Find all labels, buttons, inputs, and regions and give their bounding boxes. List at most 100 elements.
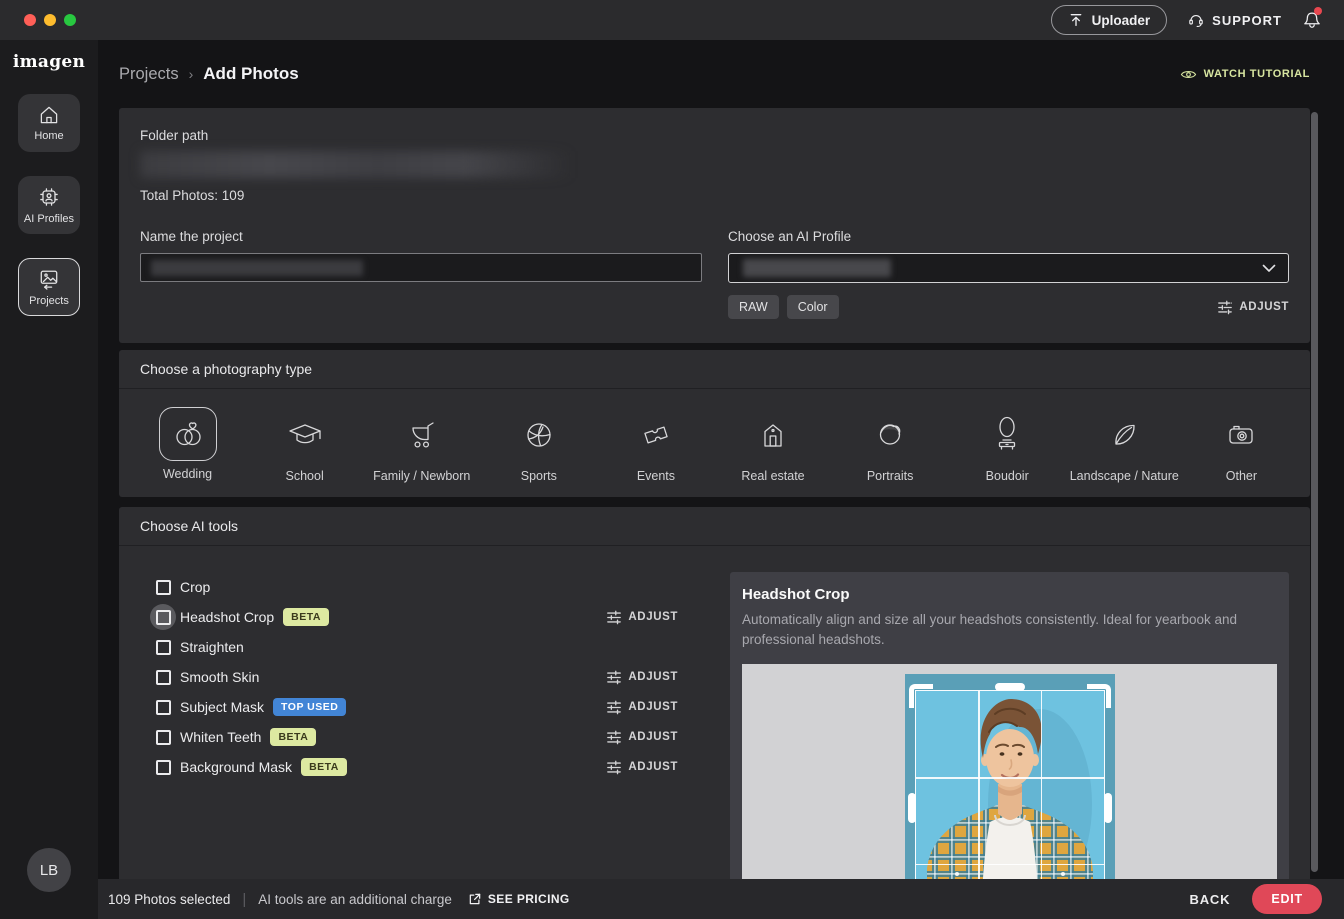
crop-edge-handle[interactable]	[995, 683, 1025, 691]
phototype-label: Boudoir	[986, 469, 1029, 483]
phototype-family-newborn[interactable]: Family / Newborn	[363, 407, 480, 483]
crop-corner-handle[interactable]	[909, 684, 933, 708]
straighten-checkbox[interactable]	[150, 634, 176, 660]
project-name-redacted	[151, 260, 363, 276]
headshot-crop-checkbox[interactable]	[150, 604, 176, 630]
titlebar: Uploader SUPPORT	[0, 0, 1344, 40]
tool-row-subject-mask: Subject Mask TOP USED ADJUST	[150, 692, 678, 722]
support-button[interactable]: SUPPORT	[1187, 11, 1282, 29]
upload-details-panel: Folder path Total Photos: 109 Name the p…	[119, 108, 1310, 343]
graduation-cap-icon	[286, 418, 324, 452]
minimize-window-button[interactable]	[44, 14, 56, 26]
beta-badge: BETA	[301, 758, 347, 776]
raw-chip[interactable]: RAW	[728, 295, 779, 319]
notifications-button[interactable]	[1302, 9, 1322, 31]
sliders-icon	[606, 760, 622, 775]
phototype-school[interactable]: School	[246, 407, 363, 483]
tool-row-crop: Crop	[150, 572, 678, 602]
back-button[interactable]: BACK	[1190, 892, 1231, 907]
top-used-badge: TOP USED	[273, 698, 346, 716]
tool-preview-card: Headshot Crop Automatically align and si…	[730, 572, 1289, 919]
ai-profile-select[interactable]	[728, 253, 1289, 283]
adjust-label: ADJUST	[1239, 301, 1289, 313]
watch-tutorial-button[interactable]: WATCH TUTORIAL	[1180, 68, 1310, 81]
crop-edge-handle[interactable]	[1104, 793, 1112, 823]
phototype-wedding[interactable]: Wedding	[129, 407, 246, 483]
user-avatar[interactable]: LB	[27, 848, 71, 892]
phototype-landscape-nature[interactable]: Landscape / Nature	[1066, 407, 1183, 483]
uploader-button[interactable]: Uploader	[1051, 5, 1168, 35]
headshot-crop-adjust-button[interactable]: ADJUST	[606, 610, 678, 625]
zoom-window-button[interactable]	[64, 14, 76, 26]
headset-icon	[1187, 11, 1205, 29]
sliders-icon	[606, 670, 622, 685]
watch-tutorial-label: WATCH TUTORIAL	[1204, 68, 1310, 80]
ticket-icon	[638, 417, 674, 453]
phototype-other[interactable]: Other	[1183, 407, 1300, 483]
main-content: Projects › Add Photos WATCH TUTORIAL Fol…	[98, 40, 1344, 919]
crop-corner-handle[interactable]	[1087, 684, 1111, 708]
photography-section-title: Choose a photography type	[119, 350, 1310, 389]
sidebar-item-label: Projects	[29, 295, 69, 307]
whiten-teeth-adjust-button[interactable]: ADJUST	[606, 730, 678, 745]
phototype-events[interactable]: Events	[597, 407, 714, 483]
phototype-boudoir[interactable]: Boudoir	[949, 407, 1066, 483]
close-window-button[interactable]	[24, 14, 36, 26]
photos-selected-text: 109 Photos selected	[108, 892, 230, 907]
footer-divider: |	[242, 891, 246, 908]
edit-button[interactable]: EDIT	[1252, 884, 1322, 914]
preview-description: Automatically align and size all your he…	[742, 610, 1267, 651]
phototype-sports[interactable]: Sports	[480, 407, 597, 483]
whiten-teeth-checkbox[interactable]	[150, 724, 176, 750]
profile-adjust-button[interactable]: ADJUST	[1217, 300, 1289, 315]
crop-grid-line	[916, 864, 1104, 866]
see-pricing-label: SEE PRICING	[488, 892, 570, 906]
tool-row-headshot-crop: Headshot Crop BETA ADJUST	[150, 602, 678, 632]
sidebar-item-home[interactable]: Home	[18, 94, 80, 152]
projects-image-icon	[37, 267, 61, 291]
smooth-skin-checkbox[interactable]	[150, 664, 176, 690]
wedding-rings-icon	[170, 416, 206, 452]
phototype-real-estate[interactable]: Real estate	[714, 407, 831, 483]
preview-title: Headshot Crop	[742, 586, 1277, 603]
camera-icon	[1223, 419, 1259, 451]
phototype-label: School	[286, 469, 324, 483]
sidebar-item-projects[interactable]: Projects	[18, 258, 80, 316]
stroller-icon	[404, 417, 440, 453]
subject-mask-checkbox[interactable]	[150, 694, 176, 720]
tool-row-background-mask: Background Mask BETA ADJUST	[150, 752, 678, 782]
sliders-icon	[606, 730, 622, 745]
phototype-label: Family / Newborn	[373, 469, 470, 483]
background-mask-adjust-button[interactable]: ADJUST	[606, 760, 678, 775]
sidebar-item-ai-profiles[interactable]: AI Profiles	[18, 176, 80, 234]
upload-icon	[1068, 12, 1084, 28]
phototype-label: Events	[637, 469, 675, 483]
background-mask-checkbox[interactable]	[150, 754, 176, 780]
sliders-icon	[1217, 300, 1233, 315]
page-title: Add Photos	[203, 64, 298, 84]
smooth-skin-adjust-button[interactable]: ADJUST	[606, 670, 678, 685]
subject-mask-adjust-button[interactable]: ADJUST	[606, 700, 678, 715]
phototype-portraits[interactable]: Portraits	[832, 407, 949, 483]
vertical-scrollbar[interactable]	[1311, 112, 1318, 872]
house-icon	[755, 417, 791, 453]
color-chip[interactable]: Color	[787, 295, 839, 319]
sidebar-item-label: AI Profiles	[24, 213, 74, 225]
project-name-input[interactable]	[140, 253, 702, 282]
see-pricing-link[interactable]: SEE PRICING	[468, 892, 570, 906]
sidebar: imagen Home A	[0, 40, 98, 919]
imagen-logo: imagen	[13, 52, 85, 72]
vanity-mirror-icon	[989, 415, 1025, 455]
beta-badge: BETA	[270, 728, 316, 746]
breadcrumb-projects-link[interactable]: Projects	[119, 65, 179, 84]
uploader-label: Uploader	[1092, 13, 1151, 28]
ai-profile-label: Choose an AI Profile	[728, 229, 1289, 244]
folder-path-label: Folder path	[140, 128, 1289, 143]
phototype-label: Landscape / Nature	[1070, 469, 1179, 483]
eye-icon	[1180, 68, 1197, 81]
crop-grid-line	[916, 777, 1104, 779]
crop-checkbox[interactable]	[150, 574, 176, 600]
chevron-down-icon	[1262, 264, 1276, 273]
sliders-icon	[606, 610, 622, 625]
crop-edge-handle[interactable]	[908, 793, 916, 823]
